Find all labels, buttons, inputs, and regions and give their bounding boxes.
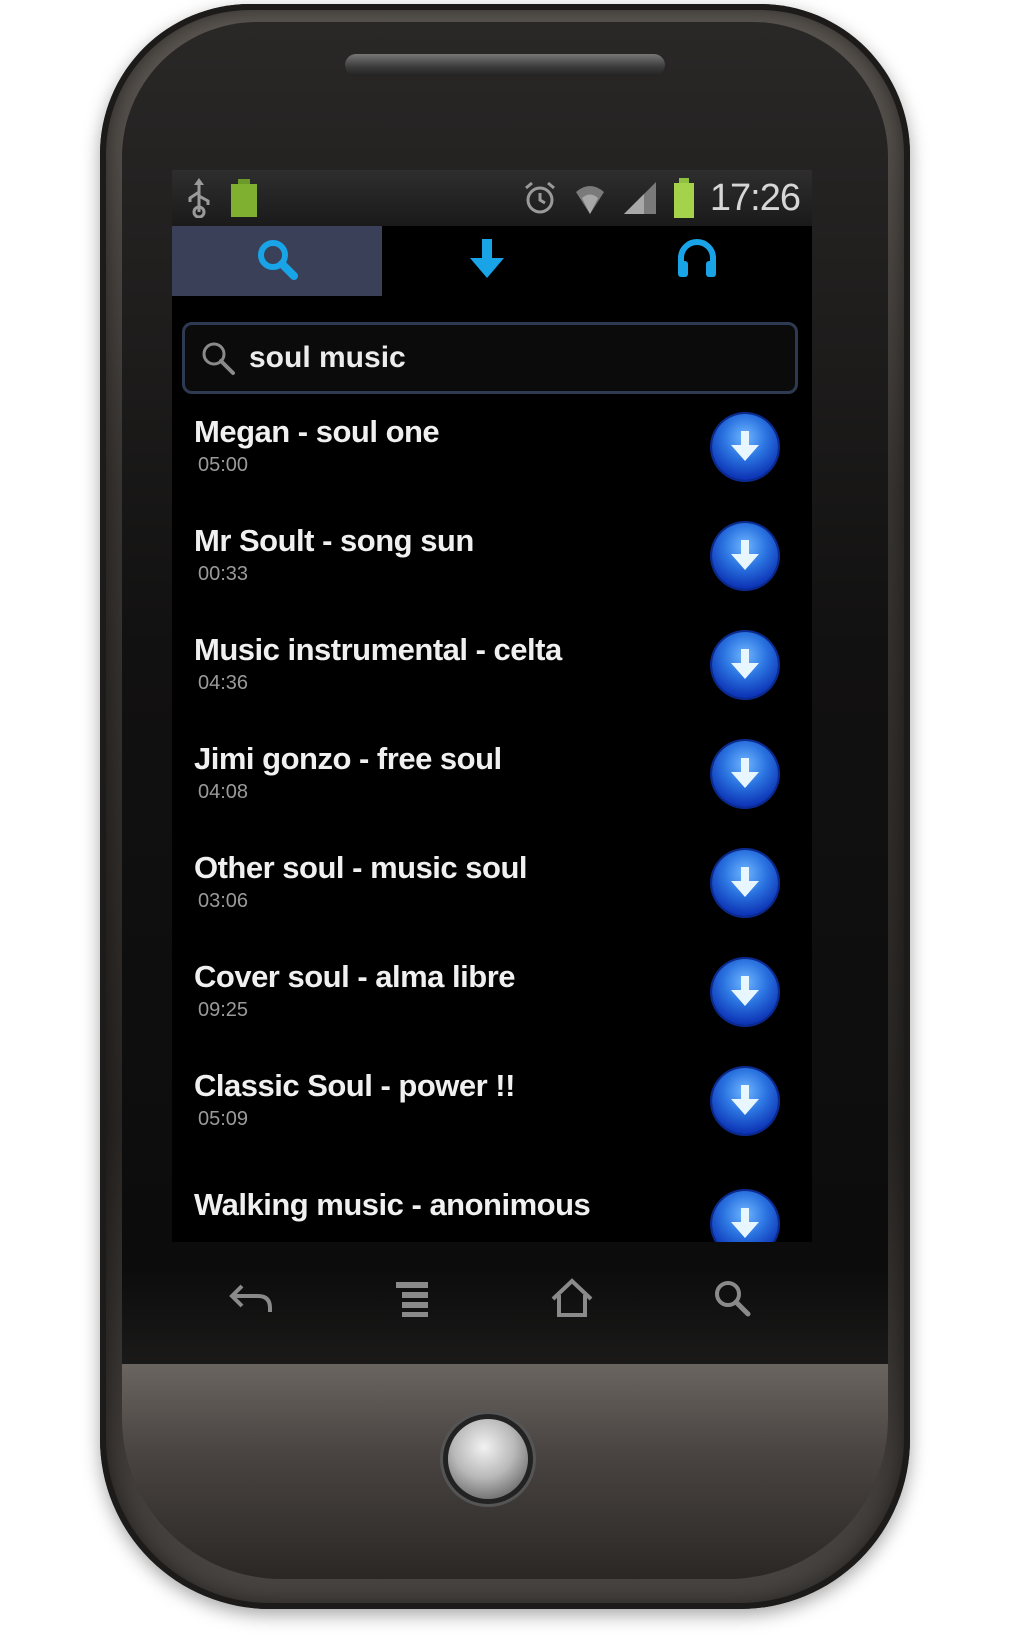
download-button[interactable] xyxy=(712,523,778,589)
song-title: Cover soul - alma libre xyxy=(194,959,516,994)
back-button[interactable] xyxy=(212,1263,292,1333)
song-duration: 05:00 xyxy=(198,454,249,476)
download-button[interactable] xyxy=(712,850,778,916)
search-icon xyxy=(715,1281,751,1317)
hardware-nav-bar xyxy=(172,1258,812,1338)
download-button[interactable] xyxy=(712,1068,778,1134)
download-arrow-icon xyxy=(731,649,759,679)
menu-icon xyxy=(396,1282,428,1317)
battery-icon xyxy=(672,177,696,219)
list-item[interactable]: Jimi gonzo - free soul 04:08 xyxy=(172,733,812,842)
download-arrow-icon xyxy=(731,431,759,461)
download-button[interactable] xyxy=(712,959,778,1025)
tab-search[interactable] xyxy=(172,226,382,296)
download-button[interactable] xyxy=(712,632,778,698)
headphones-icon xyxy=(674,236,720,287)
list-item[interactable]: Classic Soul - power !! 05:09 xyxy=(172,1060,812,1169)
status-bar: 17:26 xyxy=(172,170,812,226)
search-input[interactable]: soul music xyxy=(182,322,798,394)
download-arrow-icon xyxy=(731,758,759,788)
tab-bar xyxy=(172,226,812,296)
song-title: Classic Soul - power !! xyxy=(194,1068,515,1103)
usb-icon xyxy=(184,178,214,218)
song-title: Other soul - music soul xyxy=(194,850,528,885)
download-arrow-icon xyxy=(731,540,759,570)
song-duration: 05:09 xyxy=(198,1108,249,1130)
song-duration: 00:33 xyxy=(198,563,249,585)
download-arrow-icon xyxy=(731,1208,759,1238)
download-arrow-icon xyxy=(731,867,759,897)
list-item[interactable]: Walking music - anonimous xyxy=(172,1169,812,1242)
battery-notification-icon xyxy=(228,177,260,219)
song-duration: 09:25 xyxy=(198,999,249,1021)
song-title: Music instrumental - celta xyxy=(194,632,562,667)
status-clock: 17:26 xyxy=(709,176,801,219)
trackball[interactable] xyxy=(448,1419,528,1499)
home-button[interactable] xyxy=(532,1263,612,1333)
list-item[interactable]: Cover soul - alma libre 09:25 xyxy=(172,951,812,1060)
download-arrow-icon xyxy=(731,976,759,1006)
song-title: Megan - soul one xyxy=(194,414,440,449)
tab-downloads[interactable] xyxy=(382,226,592,296)
download-icon xyxy=(464,236,510,287)
menu-button[interactable] xyxy=(372,1263,452,1333)
list-item[interactable]: Other soul - music soul 03:06 xyxy=(172,842,812,951)
wifi-icon xyxy=(572,180,608,216)
download-button[interactable] xyxy=(712,741,778,807)
download-button[interactable] xyxy=(712,414,778,480)
song-duration: 03:06 xyxy=(198,890,249,912)
song-duration: 04:36 xyxy=(198,672,249,694)
search-icon xyxy=(254,236,300,287)
song-duration: 04:08 xyxy=(198,781,249,803)
home-icon xyxy=(551,1278,593,1317)
download-arrow-icon xyxy=(731,1085,759,1115)
song-title: Jimi gonzo - free soul xyxy=(194,741,502,776)
earpiece-speaker xyxy=(345,54,665,76)
alarm-icon xyxy=(522,180,558,216)
search-button[interactable] xyxy=(692,1263,772,1333)
song-title: Walking music - anonimous xyxy=(194,1187,591,1222)
tab-player[interactable] xyxy=(592,226,802,296)
song-title: Mr Soult - song sun xyxy=(194,523,474,558)
download-button[interactable] xyxy=(712,1191,778,1242)
signal-icon xyxy=(622,180,658,216)
list-item[interactable]: Megan - soul one 05:00 xyxy=(172,406,812,515)
back-icon xyxy=(229,1284,272,1312)
list-item[interactable]: Mr Soult - song sun 00:33 xyxy=(172,515,812,624)
screen: 17:26 soul music Megan - soul one 05:00 … xyxy=(172,170,812,1242)
search-query: soul music xyxy=(249,341,406,374)
search-field-icon xyxy=(199,339,237,377)
results-list: Megan - soul one 05:00 Mr Soult - song s… xyxy=(172,406,812,1242)
list-item[interactable]: Music instrumental - celta 04:36 xyxy=(172,624,812,733)
